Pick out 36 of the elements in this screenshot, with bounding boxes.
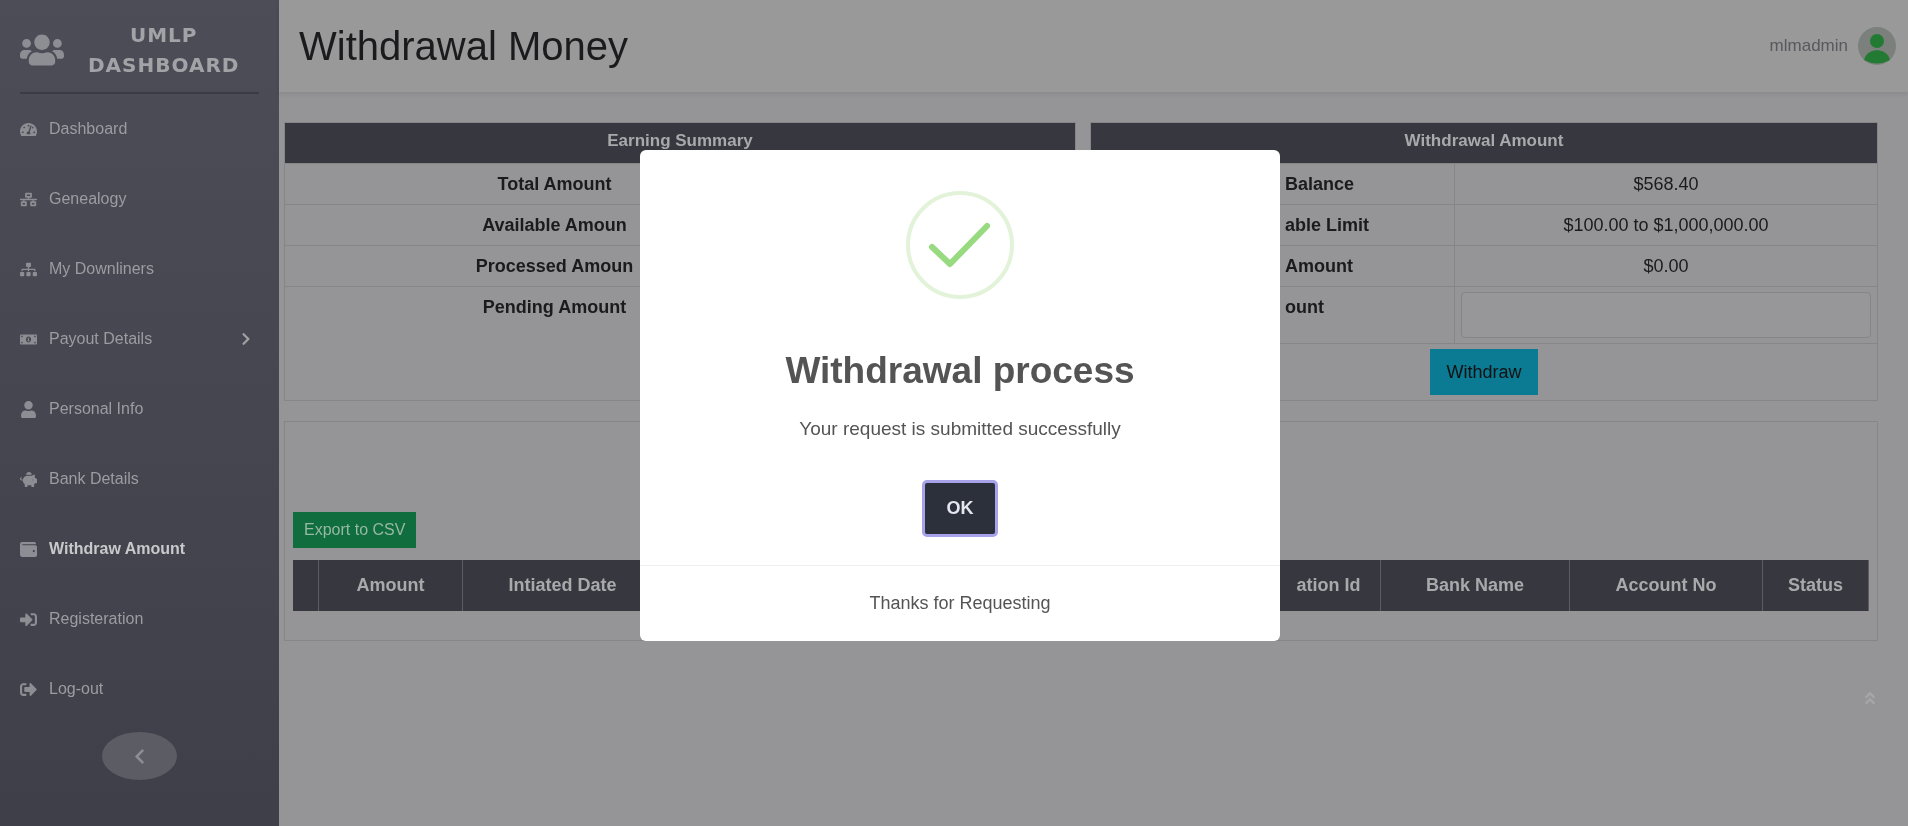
sidebar-item[interactable]: Genealogy bbox=[0, 164, 279, 234]
withdraw-button[interactable]: Withdraw bbox=[1430, 349, 1538, 395]
table-header: Withdrawal Amount bbox=[1091, 123, 1877, 163]
avatar-icon[interactable] bbox=[1858, 27, 1896, 65]
check-icon bbox=[905, 190, 1015, 300]
sidebar-item[interactable]: Bank Details bbox=[0, 444, 279, 514]
page-title: Withdrawal Money bbox=[299, 23, 628, 69]
column-header: Amount bbox=[319, 560, 463, 611]
export-csv-button[interactable]: Export to CSV bbox=[293, 512, 417, 548]
ok-button[interactable]: OK bbox=[922, 480, 998, 537]
gauge-icon bbox=[20, 120, 37, 138]
sidebar-item[interactable]: My Downliners bbox=[0, 234, 279, 304]
column-header: Account No bbox=[1570, 560, 1763, 611]
sidebar-item[interactable]: Withdraw Amount bbox=[0, 514, 279, 584]
dialog-title: Withdrawal process bbox=[785, 350, 1135, 392]
table-cell-text: $0.00 bbox=[1642, 254, 1690, 278]
sitemap-icon bbox=[20, 260, 37, 278]
network-icon bbox=[20, 190, 37, 208]
user-name: mlmadmin bbox=[1769, 36, 1848, 56]
piggy-bank-icon bbox=[20, 470, 37, 488]
sidebar-item[interactable]: Log-out bbox=[0, 654, 279, 724]
sidebar-item[interactable]: Dashboard bbox=[0, 94, 279, 164]
dialog-message: Your request is submitted successfully bbox=[799, 418, 1121, 440]
column-header: Bank Name bbox=[1381, 560, 1570, 611]
user-icon bbox=[20, 400, 37, 418]
dialog-footer: Thanks for Requesting bbox=[869, 593, 1051, 614]
sidebar-item[interactable]: Registeration bbox=[0, 584, 279, 654]
sign-in-icon bbox=[20, 610, 37, 628]
wallet-icon bbox=[20, 540, 37, 558]
sign-out-icon bbox=[20, 680, 37, 698]
brand-title: UMLP DASHBOARD bbox=[88, 22, 240, 79]
table-cell-text: $568.40 bbox=[1632, 172, 1700, 196]
sidebar-item[interactable]: Payout Details bbox=[0, 304, 279, 374]
table-cell-text: $100.00 to $1,000,000.00 bbox=[1562, 213, 1770, 237]
sidebar-item[interactable]: Personal Info bbox=[0, 374, 279, 444]
column-header: Status bbox=[1763, 560, 1869, 611]
